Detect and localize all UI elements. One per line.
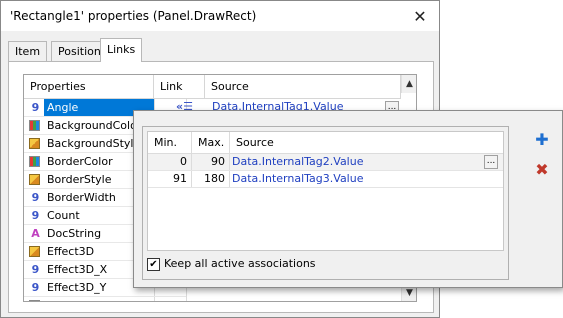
- number-icon: 9: [31, 209, 40, 222]
- header-source[interactable]: Source: [205, 75, 401, 99]
- keep-associations-checkbox[interactable]: ✔: [147, 258, 160, 271]
- header-source[interactable]: Source: [230, 132, 503, 154]
- header-max[interactable]: Max.: [192, 132, 230, 154]
- tab-item[interactable]: Item: [8, 41, 48, 61]
- scroll-up-icon: ▲: [406, 79, 413, 89]
- text-icon: A: [31, 227, 40, 240]
- color-icon: [29, 300, 40, 301]
- style-icon: [29, 174, 40, 185]
- associations-table: Min. Max. Source 0 90 Data.InternalTag2.…: [147, 131, 504, 251]
- color-icon: [29, 120, 40, 131]
- number-icon: 9: [31, 101, 40, 114]
- number-icon: 9: [31, 191, 40, 204]
- max-cell[interactable]: 180: [192, 171, 230, 187]
- table-row[interactable]: 91 180 Data.InternalTag3.Value: [148, 171, 503, 188]
- header-link[interactable]: Link: [154, 75, 205, 99]
- property-name[interactable]: Effect3DColorBas: [44, 297, 154, 301]
- add-association-button[interactable]: ✚: [531, 128, 553, 150]
- number-icon: 9: [31, 281, 40, 294]
- min-cell[interactable]: 0: [148, 154, 192, 170]
- title-bar: 'Rectangle1' properties (Panel.DrawRect)…: [1, 1, 439, 31]
- max-cell[interactable]: 90: [192, 154, 230, 170]
- delete-association-button[interactable]: ✖: [531, 158, 553, 180]
- table-row[interactable]: 0 90 Data.InternalTag2.Value ...: [148, 154, 503, 171]
- plus-icon: ✚: [535, 129, 549, 149]
- tab-links[interactable]: Links: [100, 38, 143, 62]
- header-min[interactable]: Min.: [148, 132, 192, 154]
- source-cell[interactable]: Data.InternalTag2.Value: [232, 154, 363, 170]
- keep-associations-label: Keep all active associations: [164, 257, 316, 270]
- close-button[interactable]: ✕: [405, 4, 435, 28]
- header-properties[interactable]: Properties: [24, 75, 154, 99]
- number-icon: 9: [31, 263, 40, 276]
- scroll-down-icon: ▼: [406, 288, 413, 298]
- link-association-popup: Min. Max. Source 0 90 Data.InternalTag2.…: [133, 110, 563, 288]
- style-icon: [29, 246, 40, 257]
- close-icon: ✕: [413, 6, 427, 26]
- scroll-up-button[interactable]: ▲: [401, 75, 416, 93]
- style-icon: [29, 138, 40, 149]
- window-title: 'Rectangle1' properties (Panel.DrawRect): [10, 9, 257, 23]
- property-row[interactable]: Effect3DColorBas: [24, 297, 186, 301]
- min-cell[interactable]: 91: [148, 171, 192, 187]
- source-cell[interactable]: Data.InternalTag3.Value: [232, 171, 363, 187]
- color-icon: [29, 156, 40, 167]
- source-browse-button[interactable]: ...: [484, 155, 498, 169]
- delete-icon: ✖: [535, 159, 549, 179]
- associations-frame: Min. Max. Source 0 90 Data.InternalTag2.…: [142, 126, 509, 280]
